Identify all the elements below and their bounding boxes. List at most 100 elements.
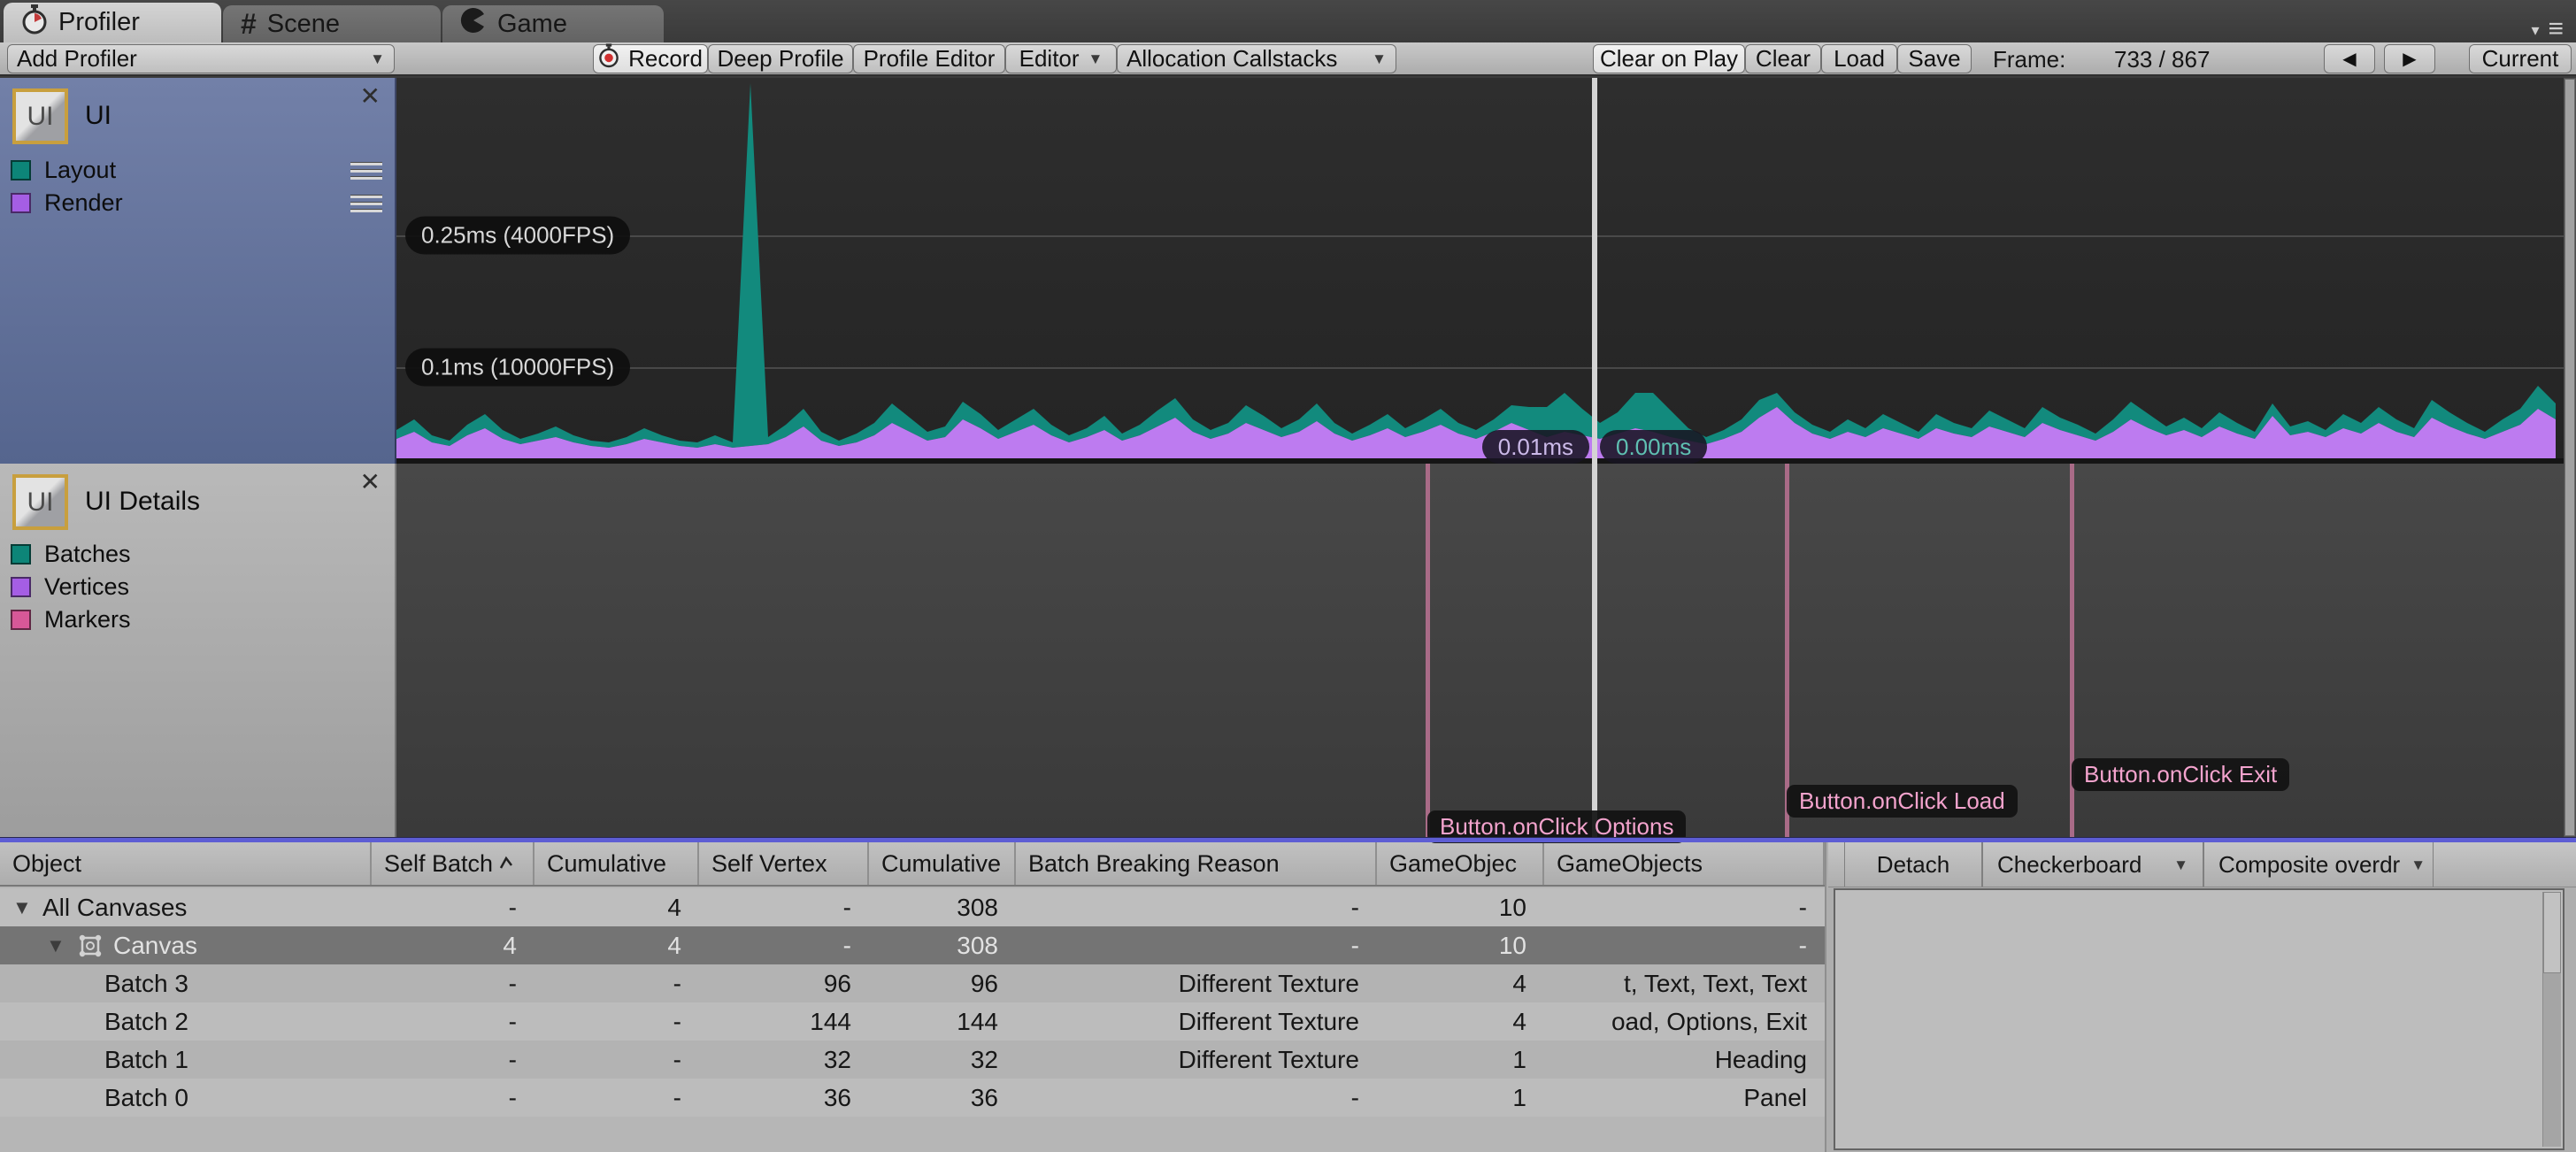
- preview-scrollbar[interactable]: [2542, 892, 2561, 1147]
- cell-batch-breaking-reason: -: [1016, 1079, 1377, 1117]
- selected-frame-value-render: 0.01ms: [1482, 430, 1589, 464]
- save-button[interactable]: Save: [1897, 44, 1972, 73]
- cell-gameobjec: 4: [1377, 1002, 1544, 1041]
- add-profiler-label: Add Profiler: [17, 45, 137, 73]
- legend-item-vertices[interactable]: Vertices: [11, 571, 388, 603]
- close-icon[interactable]: ✕: [360, 81, 381, 111]
- ui-details-module-icon: UI: [12, 474, 68, 530]
- legend-item-render[interactable]: Render: [11, 187, 388, 219]
- current-frame-line[interactable]: [1592, 464, 1597, 837]
- deep-profile-button[interactable]: Deep Profile: [708, 44, 853, 73]
- clear-button[interactable]: Clear: [1745, 44, 1821, 73]
- foldout-triangle[interactable]: ▼: [46, 926, 76, 964]
- legend-label: Vertices: [44, 573, 129, 601]
- column-header-self-batch[interactable]: Self Batch: [372, 842, 534, 885]
- record-button[interactable]: Record: [593, 44, 708, 73]
- detach-button[interactable]: Detach: [1844, 842, 1982, 887]
- table-row-batch-1[interactable]: Batch 1--3232Different Texture1Heading: [0, 1041, 1825, 1079]
- editor-dropdown[interactable]: Editor▼: [1005, 44, 1117, 73]
- legend-swatch-icon[interactable]: [11, 610, 31, 630]
- clear-on-play-button[interactable]: Clear on Play: [1593, 44, 1745, 73]
- cell-self-vertex: 32: [699, 1041, 869, 1079]
- column-header-gameobjec[interactable]: GameObjec: [1377, 842, 1544, 885]
- next-frame-button[interactable]: ▶: [2384, 44, 2435, 73]
- object-name: Batch 0: [104, 1079, 188, 1117]
- cell-gameobjects: Heading: [1544, 1041, 1825, 1079]
- legend-swatch-icon[interactable]: [11, 160, 31, 180]
- cell-batch-breaking-reason: -: [1016, 926, 1377, 964]
- cell-gameobjec: 1: [1377, 1041, 1544, 1079]
- profiler-toolbar: Add Profiler ▼ Record Deep Profile Profi…: [0, 42, 2576, 76]
- scrollbar-thumb[interactable]: [2543, 892, 2561, 973]
- legend-swatch-icon[interactable]: [11, 577, 31, 597]
- scrollbar-thumb[interactable]: [2564, 79, 2575, 836]
- close-icon[interactable]: ✕: [360, 467, 381, 496]
- cell-gameobjects: t, Text, Text, Text: [1544, 964, 1825, 1002]
- drag-handle-icon[interactable]: [350, 162, 382, 183]
- dropdown-caret-icon: ▼: [370, 51, 385, 66]
- cell-self-vertex: 96: [699, 964, 869, 1002]
- tab-profiler[interactable]: Profiler: [4, 3, 221, 42]
- cell-gameobjec: 10: [1377, 888, 1544, 926]
- checkerboard-dropdown[interactable]: Checkerboard▼: [1982, 842, 2203, 887]
- column-header-object[interactable]: Object: [0, 842, 372, 885]
- foldout-triangle[interactable]: ▼: [12, 888, 42, 926]
- ui-timing-chart[interactable]: 0.25ms (4000FPS)0.1ms (10000FPS)0.01ms0.…: [396, 78, 2564, 464]
- cell-cumulative: 308: [869, 888, 1016, 926]
- cell-cumulative: 4: [534, 888, 699, 926]
- cell-self-batch: -: [372, 888, 534, 926]
- drag-handle-icon[interactable]: [350, 195, 382, 216]
- column-header-cumulative[interactable]: Cumulative: [869, 842, 1016, 885]
- legend-item-markers[interactable]: Markers: [11, 603, 388, 636]
- record-stopwatch-icon: [598, 43, 619, 74]
- tab-bar: Profiler # Scene Game ▾ ≡: [0, 0, 2576, 42]
- cell-self-batch: -: [372, 1002, 534, 1041]
- cell-gameobjec: 10: [1377, 926, 1544, 964]
- object-name: Canvas: [113, 926, 197, 964]
- previous-frame-button[interactable]: ◀: [2324, 44, 2375, 73]
- module-ui-details[interactable]: UI UI Details ✕ BatchesVerticesMarkers: [0, 464, 396, 837]
- cell-cumulative: -: [534, 1079, 699, 1117]
- table-row-batch-0[interactable]: Batch 0--3636-1Panel: [0, 1079, 1825, 1117]
- ui-details-chart[interactable]: Button.onClick OptionsButton.onClick Loa…: [396, 464, 2564, 837]
- composite-overdraw-dropdown[interactable]: Composite overdr▼: [2203, 842, 2434, 887]
- allocation-callstacks-dropdown[interactable]: Allocation Callstacks▼: [1117, 44, 1396, 73]
- sort-indicator-icon: [498, 856, 514, 872]
- current-frame-line[interactable]: [1592, 78, 1597, 464]
- batch-preview-area[interactable]: [1834, 888, 2564, 1150]
- module-ui[interactable]: UI UI ✕ LayoutRender: [0, 78, 396, 464]
- object-name: Batch 3: [104, 964, 188, 1002]
- tab-scene[interactable]: # Scene: [223, 5, 441, 42]
- cell-cumulative: 96: [869, 964, 1016, 1002]
- window-dropdown-icon[interactable]: ▾: [2531, 21, 2539, 44]
- legend-item-layout[interactable]: Layout: [11, 154, 388, 187]
- add-profiler-dropdown[interactable]: Add Profiler ▼: [7, 44, 395, 73]
- table-row-all-canvases[interactable]: ▼All Canvases-4-308-10-: [0, 888, 1825, 926]
- event-marker-line: [1785, 464, 1789, 837]
- column-header-self-vertex[interactable]: Self Vertex: [699, 842, 869, 885]
- cell-batch-breaking-reason: Different Texture: [1016, 964, 1377, 1002]
- legend-swatch-icon[interactable]: [11, 544, 31, 564]
- current-frame-button[interactable]: Current: [2469, 44, 2572, 73]
- column-header-gameobjects[interactable]: GameObjects: [1544, 842, 1825, 885]
- legend-item-batches[interactable]: Batches: [11, 538, 388, 571]
- column-header-batch-breaking-reason[interactable]: Batch Breaking Reason: [1016, 842, 1377, 885]
- chart-scrollbar[interactable]: [2564, 78, 2576, 837]
- profile-editor-button[interactable]: Profile Editor: [853, 44, 1005, 73]
- selected-frame-value-layout: 0.00ms: [1600, 430, 1707, 464]
- load-button[interactable]: Load: [1821, 44, 1897, 73]
- cell-gameobjec: 4: [1377, 964, 1544, 1002]
- table-row-batch-2[interactable]: Batch 2--144144Different Texture4oad, Op…: [0, 1002, 1825, 1041]
- window-menu-icon[interactable]: ≡: [2548, 14, 2564, 44]
- dropdown-caret-icon: ▼: [2411, 857, 2426, 872]
- cell-cumulative: 36: [869, 1079, 1016, 1117]
- cell-self-batch: 4: [372, 926, 534, 964]
- legend-swatch-icon[interactable]: [11, 193, 31, 213]
- game-icon: [460, 7, 487, 41]
- bottom-pane: ObjectSelf BatchCumulativeSelf VertexCum…: [0, 842, 2576, 1152]
- tab-game[interactable]: Game: [442, 5, 664, 42]
- column-header-cumulative[interactable]: Cumulative: [534, 842, 699, 885]
- ui-batch-table: ObjectSelf BatchCumulativeSelf VertexCum…: [0, 842, 1826, 1152]
- table-row-batch-3[interactable]: Batch 3--9696Different Texture4t, Text, …: [0, 964, 1825, 1002]
- table-row-canvas[interactable]: ▼Canvas44-308-10-: [0, 926, 1825, 964]
